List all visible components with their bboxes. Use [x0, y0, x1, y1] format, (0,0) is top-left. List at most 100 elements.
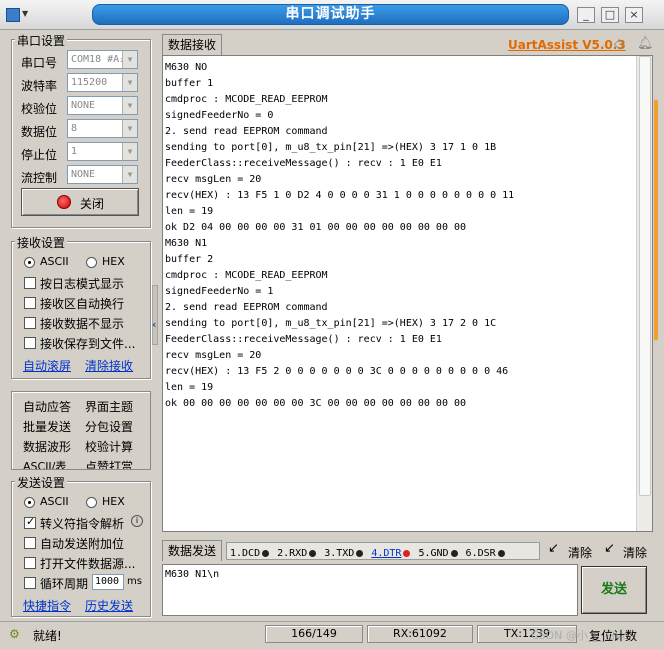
- close-window-button[interactable]: ×: [625, 7, 643, 23]
- checkmark-icon: ✓: [26, 515, 36, 528]
- log-mode-checkbox[interactable]: [24, 277, 36, 289]
- auto-wrap-checkbox[interactable]: [24, 297, 36, 309]
- databits-select[interactable]: 8 ▼: [67, 119, 138, 138]
- flowctrl-select-value: NONE: [71, 169, 96, 180]
- clear-send-button-1[interactable]: 清除: [568, 544, 592, 561]
- receive-line: sending to port[0], m_u8_tx_pin[21] =>(H…: [165, 318, 497, 329]
- close-port-button[interactable]: 关闭: [21, 188, 139, 216]
- chevron-down-icon[interactable]: ▼: [122, 166, 137, 183]
- maximize-button[interactable]: □: [601, 7, 619, 23]
- diamond-icon[interactable]: ◇: [614, 36, 625, 52]
- shortcut-link[interactable]: 快捷指令: [23, 597, 71, 614]
- hide-data-label: 接收数据不显示: [40, 317, 125, 331]
- receive-line: M630 NO: [165, 62, 208, 73]
- receive-line: cmdproc : MCODE_READ_EEPROM: [165, 94, 328, 105]
- clear-arrow-icon[interactable]: ↙: [604, 541, 615, 556]
- parity-select[interactable]: NONE ▼: [67, 96, 138, 115]
- reset-count-button[interactable]: 复位计数: [589, 627, 637, 644]
- tab-data-send[interactable]: 数据发送: [162, 540, 222, 561]
- receive-line: recv msgLen = 20: [165, 174, 262, 185]
- collapse-arrow-icon[interactable]: ‹: [152, 318, 157, 331]
- pin-led-icon: [262, 549, 270, 557]
- window-title: 串口调试助手: [92, 4, 569, 25]
- cycle-label: 循环周期: [40, 577, 89, 591]
- receive-scrollbar[interactable]: [636, 56, 652, 531]
- cycle-checkbox[interactable]: [24, 577, 36, 589]
- brand-link[interactable]: UartAssist V5.0.3: [508, 38, 626, 52]
- cycle-input[interactable]: 1000: [92, 574, 124, 590]
- autoscroll-link[interactable]: 自动滚屏: [23, 357, 71, 374]
- escape-parse-checkbox[interactable]: ✓: [24, 515, 36, 529]
- cycle-unit: ms: [127, 576, 142, 587]
- minimize-button[interactable]: _: [577, 7, 595, 23]
- receive-line: recv(HEX) : 13 F5 2 0 0 0 0 0 0 0 3C 0 0…: [165, 366, 509, 377]
- save-file-checkbox[interactable]: [24, 337, 36, 349]
- chevron-down-icon[interactable]: ▼: [122, 120, 137, 137]
- receive-line: signedFeederNo = 0: [165, 110, 274, 121]
- pin-led-icon: [497, 549, 505, 557]
- receive-line: M630 N1: [165, 238, 208, 249]
- parity-select-value: NONE: [71, 100, 96, 111]
- send-ascii-label: ASCII: [40, 495, 69, 508]
- baud-select[interactable]: 115200 ▼: [67, 73, 138, 92]
- panel-splitter[interactable]: [152, 285, 158, 345]
- send-button[interactable]: 发送: [581, 566, 647, 614]
- pin-1: 1.DCD: [230, 548, 270, 559]
- chevron-down-icon[interactable]: ▼: [122, 143, 137, 160]
- system-menu-arrow-icon[interactable]: ▼: [22, 9, 28, 18]
- pin-label: 1.DCD: [230, 548, 261, 559]
- info-icon[interactable]: i: [131, 515, 143, 527]
- stopbits-label: 停止位: [21, 148, 58, 162]
- donate-button[interactable]: 点赞打赏: [85, 458, 133, 469]
- history-link[interactable]: 历史发送: [85, 597, 133, 614]
- auto-append-checkbox[interactable]: [24, 537, 36, 549]
- rx-count: RX:61092: [367, 625, 473, 643]
- clear-arrow-icon[interactable]: ↙: [548, 541, 559, 556]
- clear-recv-link[interactable]: 清除接收: [85, 357, 133, 374]
- chevron-down-icon[interactable]: ▼: [122, 97, 137, 114]
- pin-label: 6.DSR: [465, 548, 496, 559]
- packet-settings-button[interactable]: 分包设置: [85, 418, 133, 435]
- receive-line: recv msgLen = 20: [165, 350, 262, 361]
- recv-settings-title: 接收设置: [15, 234, 68, 251]
- tab-data-receive[interactable]: 数据接收: [162, 34, 222, 55]
- pin-led-icon: [403, 549, 411, 557]
- receive-line: 2. send read EEPROM command: [165, 126, 328, 137]
- batch-send-button[interactable]: 批量发送: [23, 418, 71, 435]
- theme-button[interactable]: 界面主题: [85, 398, 133, 415]
- parity-label: 校验位: [21, 102, 58, 116]
- port-select[interactable]: COM18 #A₂ ▼: [67, 50, 138, 69]
- chevron-down-icon[interactable]: ▼: [122, 74, 137, 91]
- baud-label: 波特率: [21, 79, 58, 93]
- receive-line: recv(HEX) : 13 F5 1 0 D2 4 0 0 0 0 31 1 …: [165, 190, 515, 201]
- databits-select-value: 8: [71, 123, 78, 134]
- stopbits-select[interactable]: 1 ▼: [67, 142, 138, 161]
- bell-icon[interactable]: 🔔︎: [637, 36, 654, 51]
- ascii-table-button[interactable]: ASCII/表: [23, 458, 66, 469]
- file-source-checkbox[interactable]: [24, 557, 36, 569]
- recv-ascii-radio[interactable]: [24, 257, 35, 268]
- receive-text: M630 NO buffer 1 cmdproc : MCODE_READ_EEPR…: [165, 60, 635, 412]
- recv-hex-radio[interactable]: [86, 257, 97, 268]
- pin-label: 3.TXD: [324, 548, 355, 559]
- chevron-down-icon[interactable]: ▼: [122, 51, 137, 68]
- send-settings-title: 发送设置: [15, 474, 68, 491]
- app-icon[interactable]: [6, 8, 20, 22]
- hide-data-checkbox[interactable]: [24, 317, 36, 329]
- waveform-button[interactable]: 数据波形: [23, 438, 71, 455]
- auto-reply-button[interactable]: 自动应答: [23, 398, 71, 415]
- pin-4: 4.DTR: [371, 548, 411, 559]
- file-source-label: 打开文件数据源...: [40, 557, 136, 571]
- scrollbar-thumb[interactable]: [639, 56, 651, 496]
- checksum-button[interactable]: 校验计算: [85, 438, 133, 455]
- send-input[interactable]: M630 N1\n: [162, 564, 578, 616]
- receive-line: FeederClass::receiveMessage() : recv : 1…: [165, 158, 442, 169]
- send-hex-radio[interactable]: [86, 497, 97, 508]
- pin-label: 2.RXD: [277, 548, 308, 559]
- send-ascii-radio[interactable]: [24, 497, 35, 508]
- flowctrl-select[interactable]: NONE ▼: [67, 165, 138, 184]
- status-icon: ⚙: [9, 627, 20, 641]
- baud-select-value: 115200: [71, 77, 108, 88]
- pin-2: 2.RXD: [277, 548, 317, 559]
- clear-send-button-2[interactable]: 清除: [623, 544, 647, 561]
